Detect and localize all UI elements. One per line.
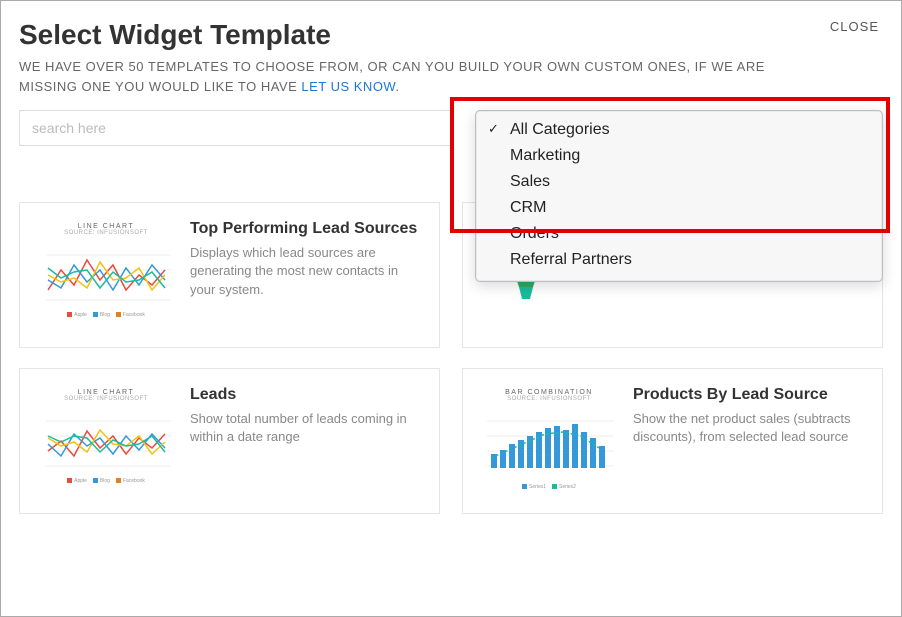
category-option-orders[interactable]: Orders xyxy=(476,221,882,247)
category-option-label: All Categories xyxy=(510,121,610,138)
template-title: Top Performing Lead Sources xyxy=(190,219,423,238)
template-thumbnail: BAR COMBINATION SOURCE: INFUSIONSOFT xyxy=(479,385,619,497)
category-option-all[interactable]: ✓ All Categories xyxy=(476,117,882,143)
search-input[interactable] xyxy=(19,110,453,146)
category-option-label: Orders xyxy=(510,225,559,242)
category-option-referral[interactable]: Referral Partners xyxy=(476,247,882,273)
template-title: Products By Lead Source xyxy=(633,385,866,404)
chart-type-label: LINE CHART xyxy=(78,389,135,396)
template-title: Leads xyxy=(190,385,423,404)
chart-source-label: SOURCE: INFUSIONSOFT xyxy=(64,396,148,402)
template-thumbnail: LINE CHART SOURCE: INFUSIONSOFT AppleBlo… xyxy=(36,385,176,497)
category-select[interactable]: ✓All Categories Marketing Sales CRM Orde… xyxy=(475,110,883,146)
chart-legend: AppleBlogFacebook xyxy=(67,478,145,484)
template-description: Displays which lead sources are generati… xyxy=(190,244,423,299)
category-option-label: Marketing xyxy=(510,147,580,164)
category-option-marketing[interactable]: Marketing xyxy=(476,143,882,169)
category-option-label: CRM xyxy=(510,199,546,216)
subtitle-text-end: . xyxy=(396,79,400,94)
template-card[interactable]: LINE CHART SOURCE: INFUSIONSOFT AppleBlo… xyxy=(19,202,440,348)
line-chart-icon xyxy=(36,406,176,476)
category-option-label: Referral Partners xyxy=(510,251,632,268)
close-button[interactable]: CLOSE xyxy=(830,19,879,34)
chart-source-label: SOURCE: INFUSIONSOFT xyxy=(64,230,148,236)
chart-type-label: BAR COMBINATION xyxy=(505,389,593,396)
chart-legend: AppleBlogFacebook xyxy=(67,312,145,318)
template-card[interactable]: LINE CHART SOURCE: INFUSIONSOFT AppleBlo… xyxy=(19,368,440,514)
check-icon: ✓ xyxy=(488,119,499,139)
category-option-label: Sales xyxy=(510,173,550,190)
chart-type-label: LINE CHART xyxy=(78,223,135,230)
chart-source-label: SOURCE: INFUSIONSOFT xyxy=(507,396,591,402)
line-chart-icon xyxy=(36,240,176,310)
category-option-sales[interactable]: Sales xyxy=(476,169,882,195)
chart-legend: Series1Series2 xyxy=(522,484,576,490)
template-description: Show the net product sales (subtracts di… xyxy=(633,410,866,446)
template-description: Show total number of leads coming in wit… xyxy=(190,410,423,446)
page-title: Select Widget Template xyxy=(19,19,883,51)
template-thumbnail: LINE CHART SOURCE: INFUSIONSOFT AppleBlo… xyxy=(36,219,176,331)
category-dropdown[interactable]: ✓ All Categories Marketing Sales CRM Orde… xyxy=(475,110,883,282)
let-us-know-link[interactable]: LET US KNOW xyxy=(301,79,395,94)
bar-chart-icon xyxy=(479,406,619,482)
page-subtitle: WE HAVE OVER 50 TEMPLATES TO CHOOSE FROM… xyxy=(19,57,779,96)
category-option-crm[interactable]: CRM xyxy=(476,195,882,221)
template-card[interactable]: BAR COMBINATION SOURCE: INFUSIONSOFT xyxy=(462,368,883,514)
